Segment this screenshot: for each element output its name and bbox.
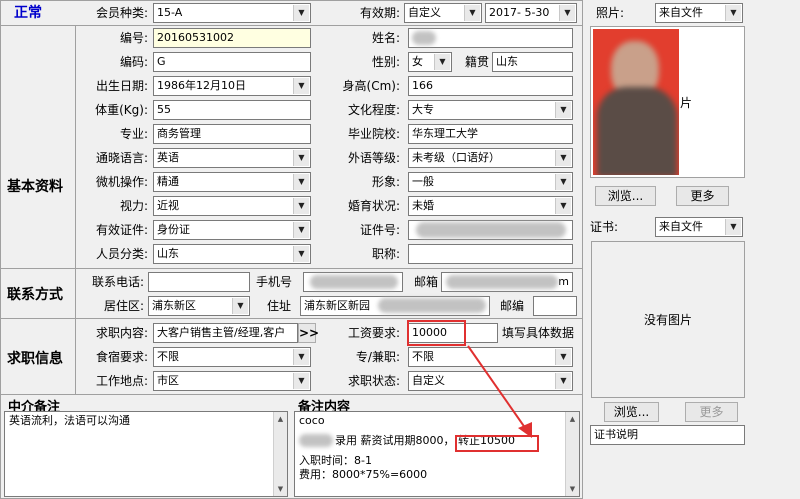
arrow-line <box>467 345 529 433</box>
annotation-arrow <box>467 345 532 438</box>
arrow-head-icon <box>518 422 532 438</box>
